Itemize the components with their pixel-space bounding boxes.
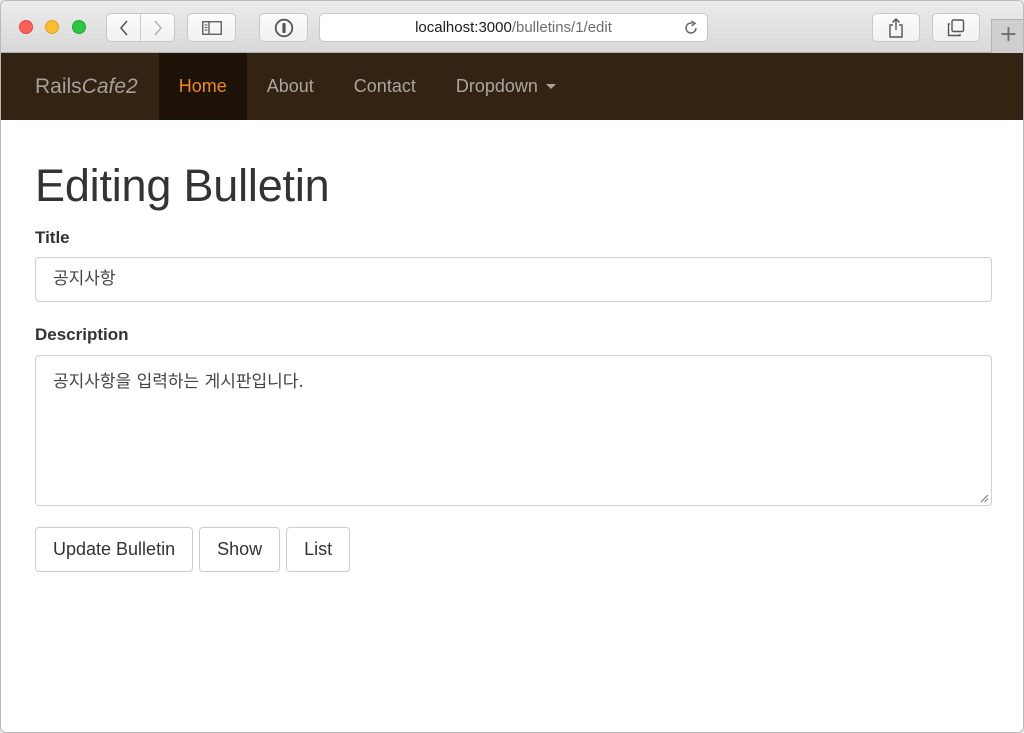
browser-toolbar: localhost:3000/bulletins/1/edit + <box>1 1 1023 53</box>
sidebar-icon <box>201 20 222 35</box>
new-tab-button[interactable]: + <box>991 19 1023 53</box>
nav-item-contact[interactable]: Contact <box>334 53 436 120</box>
description-textarea[interactable]: 공지사항을 입력하는 게시판입니다. <box>35 355 992 506</box>
show-button[interactable]: Show <box>199 527 281 572</box>
description-text: 공지사항을 입력하는 게시판입니다. <box>53 372 304 392</box>
share-button[interactable] <box>872 13 920 42</box>
tab-overview-button[interactable] <box>932 13 980 42</box>
site-navbar: Rails Cafe2 Home About Contact Dropdown <box>1 53 1023 120</box>
nav-item-label: About <box>266 76 314 96</box>
reload-icon[interactable] <box>683 20 699 36</box>
brand-logo[interactable]: Rails Cafe2 <box>1 53 159 120</box>
back-button[interactable] <box>106 13 141 42</box>
title-label: Title <box>35 228 70 247</box>
address-bar[interactable]: localhost:3000/bulletins/1/edit <box>319 13 708 42</box>
title-input[interactable]: 공지사항 <box>35 257 992 302</box>
password-button[interactable] <box>259 13 308 42</box>
tabs-icon <box>947 18 965 36</box>
list-button[interactable]: List <box>286 527 351 572</box>
url-path: /bulletins/1/edit <box>511 19 612 36</box>
sidebar-button[interactable] <box>187 13 236 42</box>
share-icon <box>889 17 903 38</box>
url-host: localhost:3000 <box>415 19 512 36</box>
close-window-button[interactable] <box>19 20 33 34</box>
back-icon <box>119 19 128 36</box>
nav-item-label: Home <box>178 76 227 96</box>
nav-item-about[interactable]: About <box>247 53 334 120</box>
password-icon <box>274 18 293 37</box>
zoom-window-button[interactable] <box>72 20 86 34</box>
page-title: Editing Bulletin <box>35 160 330 211</box>
main-content: Editing Bulletin Title 공지사항 Description … <box>35 120 992 572</box>
forward-icon <box>153 19 162 36</box>
nav-item-dropdown[interactable]: Dropdown <box>436 53 576 120</box>
nav-item-home[interactable]: Home <box>158 53 247 120</box>
form-actions: Update Bulletin Show List <box>35 527 992 572</box>
forward-button[interactable] <box>141 13 175 42</box>
description-label: Description <box>35 325 129 344</box>
update-bulletin-button[interactable]: Update Bulletin <box>35 527 194 572</box>
minimize-window-button[interactable] <box>45 20 59 34</box>
nav-item-label: Contact <box>353 76 416 96</box>
brand-italic: Cafe2 <box>81 74 138 98</box>
caret-down-icon <box>545 84 556 89</box>
nav-item-label: Dropdown <box>455 76 538 96</box>
resize-grip-icon[interactable] <box>980 494 989 503</box>
browser-window: localhost:3000/bulletins/1/edit + Rails C… <box>0 0 1024 733</box>
brand-plain: Rails <box>35 74 82 98</box>
